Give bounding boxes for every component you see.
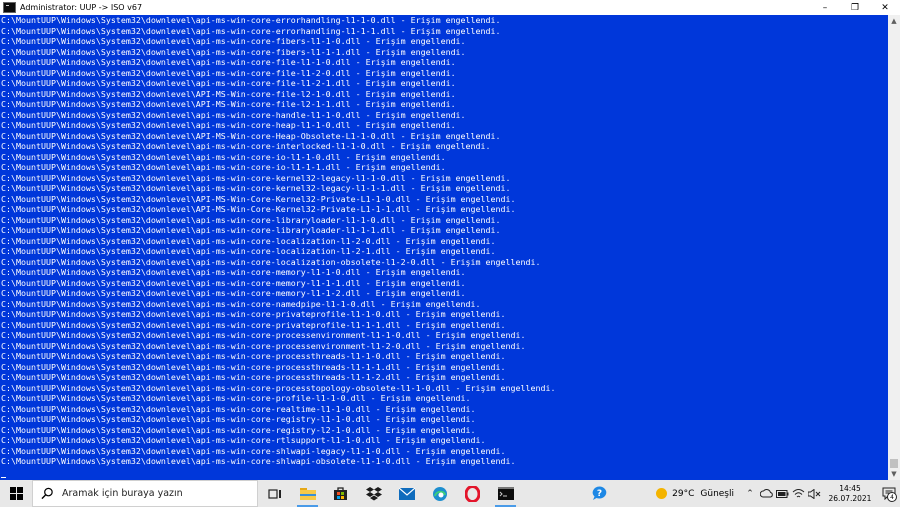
sun-icon [656, 488, 668, 499]
scroll-down-arrow-icon[interactable]: ▼ [888, 468, 900, 480]
windows-logo-icon [9, 487, 23, 500]
console-line: C:\MountUUP\Windows\System32\downlevel\a… [1, 109, 466, 120]
taskbar: Aramak için buraya yazın ? 29°C Güneşli … [0, 480, 900, 507]
console-line: C:\MountUUP\Windows\System32\downlevel\a… [1, 319, 506, 330]
notification-count-badge: 4 [887, 492, 897, 502]
mail-icon [398, 487, 415, 500]
terminal-icon [497, 487, 514, 500]
console-scrollbar[interactable]: ▲ ▼ [888, 15, 900, 480]
weather-temperature: 29°C [672, 488, 695, 499]
console-line: C:\MountUUP\Windows\System32\downlevel\a… [1, 403, 476, 414]
console-line: C:\MountUUP\Windows\System32\downlevel\a… [1, 414, 476, 424]
console-line: C:\MountUUP\Windows\System32\downlevel\a… [1, 340, 526, 351]
start-button[interactable] [0, 480, 32, 507]
weather-condition: Güneşli [700, 488, 734, 499]
taskbar-search-box[interactable]: Aramak için buraya yazın [32, 480, 258, 507]
dropbox-icon [365, 486, 382, 500]
edge-button[interactable] [423, 480, 456, 507]
show-hidden-icons-chevron-icon[interactable]: ⌃ [742, 480, 758, 507]
console-line: C:\MountUUP\Windows\System32\downlevel\A… [1, 204, 516, 214]
console-line: C:\MountUUP\Windows\System32\downlevel\a… [1, 67, 456, 78]
console-line: C:\MountUUP\Windows\System32\downlevel\a… [1, 256, 541, 267]
maximize-button[interactable]: ❐ [840, 0, 870, 15]
svg-text:?: ? [597, 489, 602, 499]
search-placeholder: Aramak için buraya yazın [62, 488, 183, 499]
console-line: C:\MountUUP\Windows\System32\downlevel\a… [1, 36, 466, 46]
console-line: C:\MountUUP\Windows\System32\downlevel\a… [1, 298, 481, 309]
console-line: C:\MountUUP\Windows\System32\downlevel\a… [1, 372, 506, 382]
notification-center-button[interactable]: 4 [878, 480, 900, 507]
console-line: C:\MountUUP\Windows\System32\downlevel\A… [1, 193, 516, 204]
store-icon [334, 487, 347, 500]
console-line: C:\MountUUP\Windows\System32\downlevel\a… [1, 141, 491, 151]
file-explorer-icon [299, 488, 316, 500]
console-line: C:\MountUUP\Windows\System32\downlevel\a… [1, 183, 511, 193]
console-line: C:\MountUUP\Windows\System32\downlevel\A… [1, 88, 456, 99]
help-icon: ? [592, 486, 607, 500]
console-line: C:\MountUUP\Windows\System32\downlevel\a… [1, 214, 501, 225]
minimize-button[interactable]: – [810, 0, 840, 15]
battery-icon[interactable] [774, 480, 790, 507]
close-button[interactable]: ✕ [870, 0, 900, 15]
wifi-icon[interactable] [790, 480, 806, 507]
scroll-thumb[interactable] [890, 459, 898, 468]
onedrive-icon[interactable] [758, 480, 774, 507]
console-line: C:\MountUUP\Windows\System32\downlevel\a… [1, 393, 471, 403]
system-tray: 29°C Güneşli ⌃ 14:45 26.07.2021 4 [656, 480, 900, 507]
console-line: C:\MountUUP\Windows\System32\downlevel\a… [1, 78, 456, 88]
console-line: C:\MountUUP\Windows\System32\downlevel\a… [1, 246, 496, 256]
taskbar-clock[interactable]: 14:45 26.07.2021 [826, 484, 874, 504]
console-line: C:\MountUUP\Windows\System32\downlevel\a… [1, 456, 516, 466]
console-line: C:\MountUUP\Windows\System32\downlevel\a… [1, 235, 496, 246]
store-button[interactable] [324, 480, 357, 507]
window-title: Administrator: UUP -> ISO v67 [20, 3, 143, 12]
console-line: C:\MountUUP\Windows\System32\downlevel\a… [1, 351, 506, 361]
console-line: C:\MountUUP\Windows\System32\downlevel\a… [1, 225, 501, 235]
opera-icon [465, 485, 480, 502]
file-explorer-button[interactable] [291, 480, 324, 507]
console-line: C:\MountUUP\Windows\System32\downlevel\a… [1, 151, 446, 162]
console-line: C:\MountUUP\Windows\System32\downlevel\a… [1, 46, 466, 57]
title-bar[interactable]: Administrator: UUP -> ISO v67 – ❐ ✕ [0, 0, 900, 16]
console-line: C:\MountUUP\Windows\System32\downlevel\a… [1, 120, 456, 130]
console-line: C:\MountUUP\Windows\System32\downlevel\a… [1, 435, 486, 445]
console-output[interactable]: C:\MountUUP\Windows\System32\downlevel\a… [0, 15, 888, 480]
terminal-button[interactable] [489, 480, 522, 507]
task-view-icon [267, 488, 281, 499]
help-button[interactable]: ? [583, 480, 616, 507]
console-line: C:\MountUUP\Windows\System32\downlevel\a… [1, 277, 466, 288]
console-line: C:\MountUUP\Windows\System32\downlevel\a… [1, 382, 556, 393]
volume-muted-icon[interactable] [806, 480, 822, 507]
text-cursor [1, 477, 6, 478]
console-line: C:\MountUUP\Windows\System32\downlevel\A… [1, 130, 501, 141]
console-line: C:\MountUUP\Windows\System32\downlevel\a… [1, 267, 466, 277]
console-line: C:\MountUUP\Windows\System32\downlevel\a… [1, 162, 446, 172]
search-icon [41, 487, 53, 500]
clock-date: 26.07.2021 [828, 493, 872, 503]
console-line: C:\MountUUP\Windows\System32\downlevel\A… [1, 99, 456, 109]
scroll-up-arrow-icon[interactable]: ▲ [888, 15, 900, 27]
console-line: C:\MountUUP\Windows\System32\downlevel\a… [1, 288, 466, 298]
console-line: C:\MountUUP\Windows\System32\downlevel\a… [1, 25, 501, 36]
dropbox-button[interactable] [357, 480, 390, 507]
console-line: C:\MountUUP\Windows\System32\downlevel\a… [1, 424, 476, 435]
console-line: C:\MountUUP\Windows\System32\downlevel\a… [1, 361, 506, 372]
opera-button[interactable] [456, 480, 489, 507]
weather-widget[interactable]: 29°C Güneşli [656, 488, 734, 499]
task-view-button[interactable] [258, 480, 291, 507]
console-line: C:\MountUUP\Windows\System32\downlevel\a… [1, 172, 511, 183]
clock-time: 14:45 [839, 483, 861, 493]
cmd-app-icon [3, 2, 16, 13]
console-line: C:\MountUUP\Windows\System32\downlevel\a… [1, 309, 506, 319]
console-line: C:\MountUUP\Windows\System32\downlevel\a… [1, 330, 526, 340]
mail-button[interactable] [390, 480, 423, 507]
window-controls: – ❐ ✕ [810, 0, 900, 15]
edge-icon [432, 486, 447, 501]
console-line: C:\MountUUP\Windows\System32\downlevel\a… [1, 15, 501, 25]
console-line: C:\MountUUP\Windows\System32\downlevel\a… [1, 57, 456, 67]
console-line: C:\MountUUP\Windows\System32\downlevel\a… [1, 445, 506, 456]
